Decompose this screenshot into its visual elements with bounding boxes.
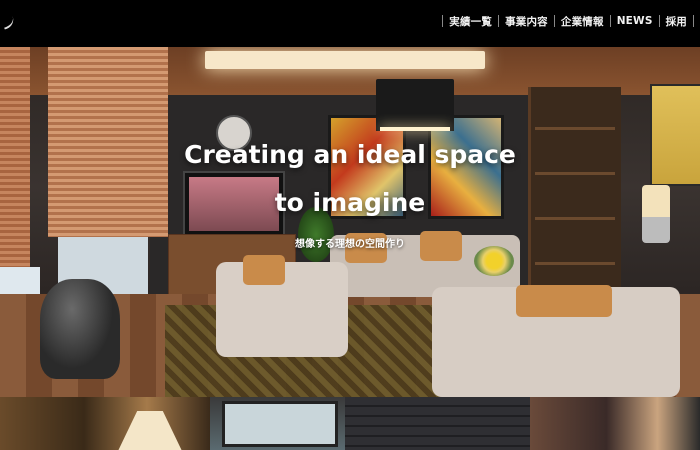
- hero-image-pillow: [243, 255, 285, 285]
- nav-divider: [658, 15, 660, 27]
- nav-divider: [693, 15, 694, 27]
- main-nav: 実績一覧 事業内容 企業情報 NEWS 採用: [436, 12, 700, 30]
- hero-image-ceiling-light: [205, 51, 485, 69]
- nav-item-news[interactable]: NEWS: [617, 15, 653, 27]
- nav-item-business[interactable]: 事業内容: [505, 14, 548, 29]
- nav-divider: [442, 15, 444, 27]
- hero-subtitle: 想像する理想の空間作り: [295, 239, 405, 250]
- nav-divider: [553, 15, 555, 27]
- logo-icon[interactable]: [0, 12, 17, 30]
- nav-item-works[interactable]: 実績一覧: [449, 14, 492, 29]
- nav-item-recruit[interactable]: 採用: [666, 14, 687, 29]
- hero-title: Creating an ideal space to imagine: [0, 131, 700, 227]
- gallery-thumbnail[interactable]: [0, 397, 210, 450]
- hero-image-pillow: [516, 285, 612, 317]
- nav-divider: [609, 15, 611, 27]
- gallery-thumbnail[interactable]: [210, 397, 345, 450]
- hero-section: Creating an ideal space to imagine 想像する理…: [0, 47, 700, 397]
- nav-divider: [498, 15, 500, 27]
- header-bar: 実績一覧 事業内容 企業情報 NEWS 採用: [0, 0, 700, 47]
- hero-image-sculpture: [40, 279, 120, 379]
- gallery-thumbnail[interactable]: [345, 397, 530, 450]
- gallery-thumbnail[interactable]: [530, 397, 700, 450]
- hero-title-line1: Creating an ideal space: [184, 140, 516, 169]
- hero-image-flowers: [474, 246, 514, 276]
- gallery-strip: [0, 397, 700, 450]
- hero-title-line2: to imagine: [274, 188, 426, 217]
- nav-item-company[interactable]: 企業情報: [561, 14, 604, 29]
- hero-image-pendant-lamp: [376, 79, 454, 131]
